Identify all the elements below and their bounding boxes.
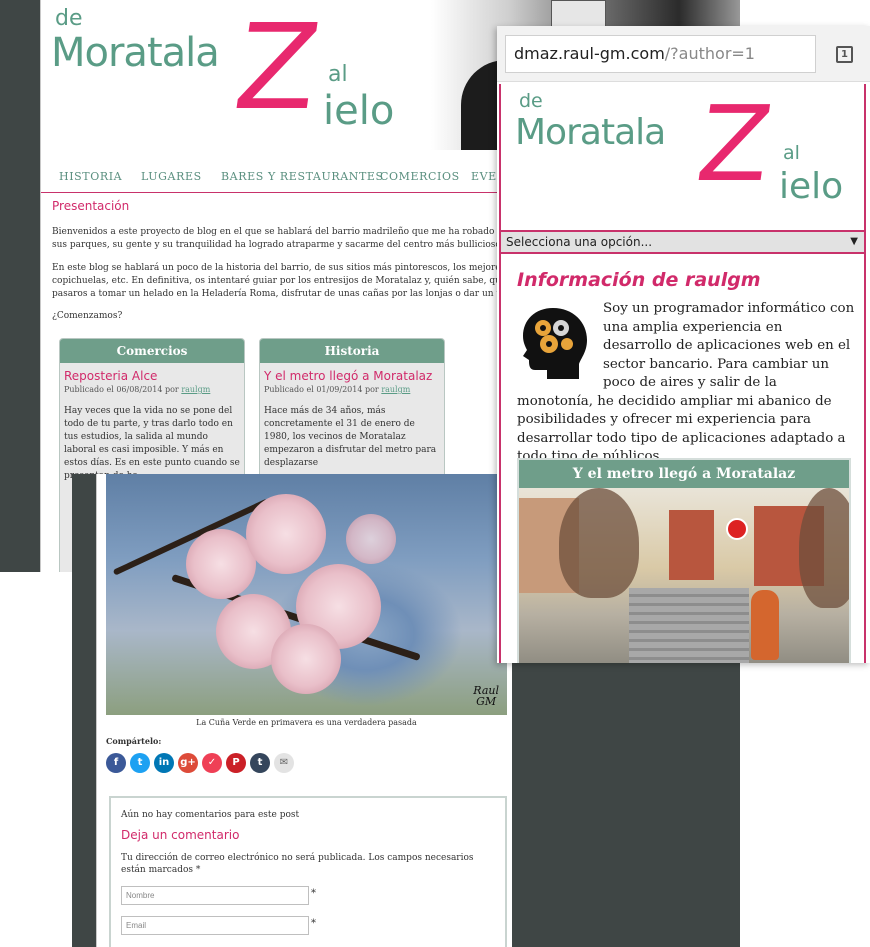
post-page: Raul GM La Cuña Verde en primavera es una… xyxy=(96,474,512,947)
metro-photo xyxy=(519,488,849,663)
photo-person xyxy=(751,590,779,660)
logo-ielo: ielo xyxy=(323,88,395,134)
email-notice: Tu dirección de correo electrónico no se… xyxy=(121,853,474,875)
post-card-title[interactable]: Reposteria Alce xyxy=(60,363,244,384)
nav-item-historia[interactable]: HISTORIA xyxy=(59,170,122,183)
post-card-meta: Publicado el 06/08/2014 por raulgm xyxy=(60,384,244,395)
post-card-date: Publicado el 01/09/2014 por xyxy=(264,385,379,394)
nav-item-bares[interactable]: BARES Y RESTAURANTES xyxy=(221,170,384,183)
email-field[interactable]: Email xyxy=(121,916,309,935)
author-info-title: Información de raulgm xyxy=(517,269,761,291)
url-path: /?author=1 xyxy=(664,44,755,63)
logo-z: Z xyxy=(227,0,328,136)
logo-z: Z xyxy=(690,83,779,205)
mobile-page: de Moratala Z al ielo Selecciona una opc… xyxy=(499,83,866,663)
url-input[interactable]: dmaz.raul-gm.com/?author=1 xyxy=(505,35,816,73)
featured-post-card[interactable]: Y el metro llegó a Moratalaz xyxy=(517,458,851,663)
blossom-photo: Raul GM xyxy=(106,474,507,715)
post-card-meta: Publicado el 01/09/2014 por raulgm xyxy=(260,384,444,395)
logo-de: de xyxy=(55,6,83,31)
post-card-date: Publicado el 06/08/2014 por xyxy=(64,385,179,394)
logo-al: al xyxy=(783,142,800,164)
leave-comment-title: Deja un comentario xyxy=(121,828,240,842)
post-card-category[interactable]: Comercios xyxy=(60,339,244,363)
photo-signature: Raul GM xyxy=(473,685,499,707)
intro-title: Presentación xyxy=(52,199,130,213)
mobile-screenshot: dmaz.raul-gm.com/?author=1 1 de Moratala… xyxy=(497,26,870,663)
browser-toolbar: dmaz.raul-gm.com/?author=1 1 xyxy=(497,26,870,82)
nav-item-lugares[interactable]: LUGARES xyxy=(141,170,202,183)
author-bio: Soy un programador informático con una a… xyxy=(517,300,855,467)
name-required-mark: * xyxy=(311,888,316,899)
tumblr-share-button[interactable]: t xyxy=(250,753,270,773)
post-card-category[interactable]: Historia xyxy=(260,339,444,363)
post-card-title[interactable]: Y el metro llegó a Moratalaz xyxy=(260,363,444,384)
name-field[interactable]: Nombre xyxy=(121,886,309,905)
chevron-down-icon: ▼ xyxy=(850,236,858,247)
logo-de: de xyxy=(519,90,543,112)
logo-moratala: Moratala xyxy=(51,30,220,76)
photo-tree xyxy=(559,488,639,598)
signature-line: GM xyxy=(476,695,497,708)
post-card-excerpt: Hace más de 34 años, más concretamente e… xyxy=(264,406,437,468)
linkedin-share-button[interactable]: in xyxy=(154,753,174,773)
no-comments-text: Aún no hay comentarios para este post xyxy=(121,810,300,820)
share-label: Compártelo: xyxy=(106,736,162,746)
nav-select-label: Selecciona una opción... xyxy=(506,235,653,249)
photo-blossom xyxy=(246,494,326,574)
photo-tree xyxy=(799,488,849,608)
pocket-share-button[interactable]: ✓ xyxy=(202,753,222,773)
comments-section: Aún no hay comentarios para este post De… xyxy=(109,796,507,947)
photo-blossom xyxy=(271,624,341,694)
metro-stairs xyxy=(629,588,749,663)
photo-building xyxy=(669,510,714,580)
avatar-spacer xyxy=(517,300,603,392)
logo-ielo: ielo xyxy=(779,166,844,207)
url-host: dmaz.raul-gm.com xyxy=(514,44,665,63)
twitter-share-button[interactable]: t xyxy=(130,753,150,773)
facebook-share-button[interactable]: f xyxy=(106,753,126,773)
nav-select[interactable]: Selecciona una opción... ▼ xyxy=(501,230,864,254)
post-card-author-link[interactable]: raulgm xyxy=(381,385,410,394)
googleplus-share-button[interactable]: g+ xyxy=(178,753,198,773)
logo-al: al xyxy=(328,62,348,87)
photo-blossom xyxy=(346,514,396,564)
featured-post-title[interactable]: Y el metro llegó a Moratalaz xyxy=(519,460,849,488)
pinterest-share-button[interactable]: P xyxy=(226,753,246,773)
tabs-count-button[interactable]: 1 xyxy=(836,46,853,63)
email-share-button[interactable]: ✉ xyxy=(274,753,294,773)
nav-item-comercios[interactable]: COMERCIOS xyxy=(380,170,460,183)
metro-sign-icon xyxy=(726,518,748,540)
logo-moratala: Moratala xyxy=(515,112,666,153)
post-card-excerpt: Hay veces que la vida no se pone del tod… xyxy=(64,406,240,481)
post-card-author-link[interactable]: raulgm xyxy=(181,385,210,394)
email-required-mark: * xyxy=(311,918,316,929)
photo-caption: La Cuña Verde en primavera es una verdad… xyxy=(196,718,417,727)
